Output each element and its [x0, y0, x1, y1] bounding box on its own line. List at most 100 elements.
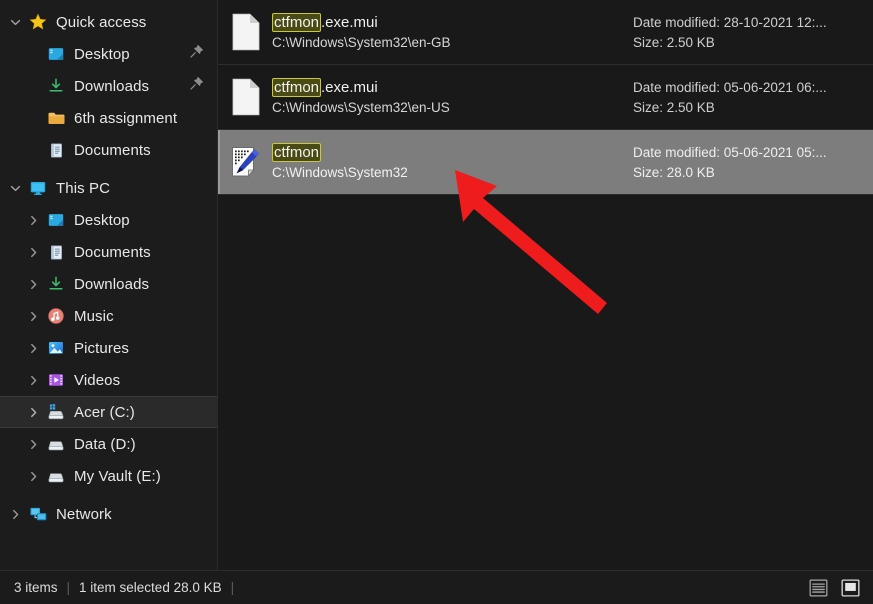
- date-modified: Date modified: 05-06-2021 05:...: [633, 144, 827, 160]
- search-match-highlight: ctfmon: [272, 142, 322, 162]
- sidebar-item-my-vault-e-drive[interactable]: My Vault (E:): [0, 460, 218, 492]
- download-icon: [44, 274, 68, 294]
- sidebar-item-desktop-quick[interactable]: Desktop: [0, 38, 218, 70]
- search-match-highlight: ctfmon: [272, 77, 322, 97]
- desktop-icon: [44, 44, 68, 64]
- sidebar-item-label: Desktop: [74, 211, 130, 229]
- sidebar-item-label: My Vault (E:): [74, 467, 161, 485]
- file-size: Size: 2.50 KB: [633, 99, 715, 115]
- file-size: Size: 28.0 KB: [633, 164, 715, 180]
- sidebar-item-label: Documents: [74, 141, 151, 159]
- chevron-right-icon[interactable]: [22, 407, 44, 418]
- navigation-pane[interactable]: Quick access Desktop Downloads 6th assig…: [0, 0, 218, 570]
- music-icon: [44, 306, 68, 326]
- sidebar-group-this-pc[interactable]: This PC: [0, 172, 218, 204]
- chevron-right-icon[interactable]: [22, 247, 44, 258]
- chevron-right-icon[interactable]: [4, 509, 26, 520]
- pin-icon[interactable]: [189, 76, 204, 96]
- windows-drive-icon: [44, 402, 68, 422]
- sidebar-item-label: Acer (C:): [74, 403, 135, 421]
- chevron-right-icon[interactable]: [22, 215, 44, 226]
- sidebar-item-label: Downloads: [74, 275, 150, 293]
- sidebar-item-label: Quick access: [56, 13, 147, 31]
- file-list-row[interactable]: ctfmon .exe.mui C:\Windows\System32\en-GB…: [218, 0, 873, 65]
- file-size: Size: 2.50 KB: [633, 34, 715, 50]
- star-icon: [26, 12, 50, 32]
- selection-info: 1 item selected 28.0 KB: [79, 580, 222, 595]
- sidebar-item-label: Documents: [74, 243, 151, 261]
- sidebar-item-6th-assignment[interactable]: 6th assignment: [0, 102, 218, 134]
- sidebar-item-documents-quick[interactable]: Documents: [0, 134, 218, 166]
- sidebar-item-downloads-quick[interactable]: Downloads: [0, 70, 218, 102]
- pc-icon: [26, 178, 50, 198]
- sidebar-item-pictures[interactable]: Pictures: [0, 332, 218, 364]
- videos-icon: [44, 370, 68, 390]
- item-count: 3 items: [14, 580, 58, 595]
- desktop-icon: [44, 210, 68, 230]
- sidebar-item-label: Data (D:): [74, 435, 136, 453]
- ctfmon-app-icon: [224, 145, 268, 179]
- sidebar-item-downloads[interactable]: Downloads: [0, 268, 218, 300]
- sidebar-item-desktop[interactable]: Desktop: [0, 204, 218, 236]
- generic-file-icon: [224, 13, 268, 51]
- sidebar-item-videos[interactable]: Videos: [0, 364, 218, 396]
- explorer-body: Quick access Desktop Downloads 6th assig…: [0, 0, 873, 570]
- file-name-block: ctfmon C:\Windows\System32: [268, 142, 633, 181]
- date-modified: Date modified: 05-06-2021 06:...: [633, 79, 827, 95]
- search-match-highlight: ctfmon: [272, 12, 322, 32]
- file-explorer-window: Quick access Desktop Downloads 6th assig…: [0, 0, 873, 604]
- sidebar-group-network[interactable]: Network: [0, 498, 218, 530]
- network-icon: [26, 504, 50, 524]
- documents-icon: [44, 140, 68, 160]
- file-path: C:\Windows\System32\en-GB: [272, 34, 451, 50]
- sidebar-item-acer-c-drive[interactable]: Acer (C:): [0, 396, 218, 428]
- chevron-right-icon[interactable]: [22, 279, 44, 290]
- file-name-suffix: .exe.mui: [321, 13, 378, 31]
- file-meta-block: Date modified: 28-10-2021 12:... Size: 2…: [633, 14, 873, 51]
- sidebar-item-label: 6th assignment: [74, 109, 178, 127]
- chevron-right-icon[interactable]: [22, 471, 44, 482]
- drive-icon: [44, 434, 68, 454]
- file-path: C:\Windows\System32: [272, 164, 408, 180]
- sidebar-item-documents[interactable]: Documents: [0, 236, 218, 268]
- file-list-row[interactable]: ctfmon .exe.mui C:\Windows\System32\en-US…: [218, 65, 873, 130]
- sidebar-item-label: Pictures: [74, 339, 129, 357]
- folder-icon: [44, 108, 68, 128]
- documents-icon: [44, 242, 68, 262]
- sidebar-item-label: Desktop: [74, 45, 130, 63]
- file-list-row-selected[interactable]: ctfmon C:\Windows\System32 Date modified…: [218, 130, 873, 195]
- chevron-right-icon[interactable]: [22, 375, 44, 386]
- sidebar-item-label: Network: [56, 505, 112, 523]
- sidebar-item-label: Downloads: [74, 77, 150, 95]
- file-name: ctfmon: [272, 142, 633, 162]
- status-separator-trailing: |: [230, 580, 235, 595]
- file-meta-block: Date modified: 05-06-2021 05:... Size: 2…: [633, 144, 873, 181]
- sidebar-item-data-d-drive[interactable]: Data (D:): [0, 428, 218, 460]
- file-name: ctfmon .exe.mui: [272, 12, 633, 32]
- status-separator: |: [66, 580, 71, 595]
- status-bar: 3 items | 1 item selected 28.0 KB |: [0, 570, 873, 604]
- generic-file-icon: [224, 78, 268, 116]
- chevron-down-icon[interactable]: [4, 17, 26, 28]
- sidebar-item-music[interactable]: Music: [0, 300, 218, 332]
- file-name: ctfmon .exe.mui: [272, 77, 633, 97]
- details-view-button[interactable]: [805, 577, 831, 599]
- pin-icon[interactable]: [189, 44, 204, 64]
- view-mode-buttons: [805, 577, 863, 599]
- chevron-down-icon[interactable]: [4, 183, 26, 194]
- chevron-right-icon[interactable]: [22, 343, 44, 354]
- file-meta-block: Date modified: 05-06-2021 06:... Size: 2…: [633, 79, 873, 116]
- sidebar-item-label: Music: [74, 307, 114, 325]
- download-icon: [44, 76, 68, 96]
- sidebar-item-label: This PC: [56, 179, 111, 197]
- chevron-right-icon[interactable]: [22, 311, 44, 322]
- file-name-block: ctfmon .exe.mui C:\Windows\System32\en-GB: [268, 12, 633, 51]
- file-name-suffix: .exe.mui: [321, 78, 378, 96]
- large-icons-view-button[interactable]: [837, 577, 863, 599]
- chevron-right-icon[interactable]: [22, 439, 44, 450]
- file-name-block: ctfmon .exe.mui C:\Windows\System32\en-US: [268, 77, 633, 116]
- file-path: C:\Windows\System32\en-US: [272, 99, 450, 115]
- file-list[interactable]: ctfmon .exe.mui C:\Windows\System32\en-GB…: [218, 0, 873, 570]
- sidebar-group-quick-access[interactable]: Quick access: [0, 6, 218, 38]
- sidebar-item-label: Videos: [74, 371, 121, 389]
